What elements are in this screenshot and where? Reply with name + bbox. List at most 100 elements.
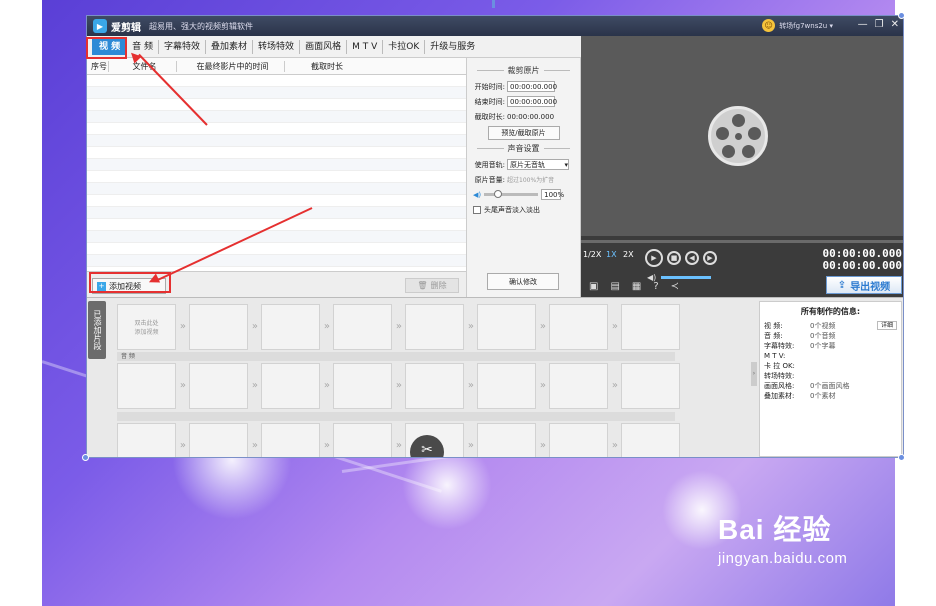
speed-half[interactable]: 1/2X bbox=[583, 250, 601, 259]
app-logo-icon: ▶ bbox=[93, 19, 107, 33]
clip-cell[interactable] bbox=[549, 423, 618, 457]
preview-crop-button[interactable]: 预览/截取原片 bbox=[487, 126, 560, 140]
end-time-label: 结束时间: bbox=[474, 97, 505, 106]
volume-knob[interactable] bbox=[493, 190, 502, 198]
speed-2x[interactable]: 2X bbox=[623, 250, 634, 259]
prev-button[interactable]: ◀ bbox=[685, 251, 699, 265]
added-clips-tab[interactable]: 已添加片段 bbox=[88, 301, 106, 359]
add-clip-cell[interactable]: 双击此处 添加视频 bbox=[117, 304, 186, 350]
main-tab-bar: 视 频 音 频 字幕特效 叠加素材 转场特效 画面风格 M T V 卡拉OK 升… bbox=[87, 36, 581, 58]
clip-cell[interactable] bbox=[405, 363, 474, 409]
detail-button[interactable]: 详细 bbox=[876, 321, 897, 330]
start-time-label: 开始时间: bbox=[474, 82, 505, 91]
volume-hint: 超过100%为扩音 bbox=[507, 177, 555, 184]
clip-cell[interactable] bbox=[261, 304, 330, 350]
start-time-input[interactable]: 00:00:00.000 bbox=[507, 81, 557, 92]
watermark-url: jingyan.baidu.com bbox=[718, 550, 848, 567]
export-video-button[interactable]: ⇪ 导出视频 bbox=[826, 276, 902, 294]
selection-handle[interactable] bbox=[492, 0, 495, 8]
volume-input[interactable]: 100% bbox=[541, 189, 564, 200]
app-window: ▶ 爱剪辑 超易用、强大的视频剪辑软件 ☺ 转场fg7wns2u ▾ — ❐ ✕… bbox=[86, 15, 904, 458]
play-button[interactable]: ▶ bbox=[645, 249, 663, 267]
next-button[interactable]: ▶ bbox=[703, 251, 717, 265]
info-row: 字幕特效: 0个字幕 bbox=[764, 342, 836, 350]
tab-mtv[interactable]: M T V bbox=[347, 39, 384, 54]
minimize-button[interactable]: — bbox=[858, 19, 868, 30]
stop-button[interactable]: ■ bbox=[667, 251, 681, 265]
clip-cell[interactable] bbox=[405, 304, 474, 350]
audio-track-label: 音 频 bbox=[117, 352, 675, 361]
share-icon[interactable]: ≺ bbox=[671, 281, 679, 292]
clip-cell[interactable] bbox=[621, 363, 680, 409]
close-button[interactable]: ✕ bbox=[891, 19, 899, 30]
clip-cell[interactable] bbox=[117, 423, 186, 457]
clip-cell[interactable] bbox=[621, 423, 680, 457]
audio-track-label: 使用音轨: bbox=[474, 160, 505, 169]
trash-icon: 🗑 bbox=[417, 281, 428, 290]
volume-slider[interactable] bbox=[484, 190, 539, 198]
clip-cell[interactable] bbox=[117, 363, 186, 409]
clip-cell[interactable] bbox=[333, 304, 402, 350]
speed-1x[interactable]: 1X bbox=[606, 250, 617, 259]
collapse-handle[interactable]: › bbox=[751, 362, 757, 386]
save-as-icon[interactable]: ▦ bbox=[632, 281, 641, 292]
tab-overlay[interactable]: 叠加素材 bbox=[206, 39, 254, 54]
audio-section-title: 声音设置 bbox=[473, 143, 574, 154]
subtitle-track bbox=[117, 423, 680, 457]
clip-cell[interactable] bbox=[333, 363, 402, 409]
selection-handle[interactable] bbox=[898, 12, 905, 19]
delete-label: 删除 bbox=[430, 281, 447, 290]
player-volume-slider[interactable] bbox=[661, 276, 711, 279]
clip-cell[interactable] bbox=[549, 363, 618, 409]
info-row: 转场特效: bbox=[764, 372, 795, 380]
col-duration[interactable]: 截取时长 bbox=[285, 61, 365, 72]
info-row: 叠加素材: 0个素材 bbox=[764, 392, 836, 400]
confirm-button[interactable]: 确认修改 bbox=[487, 273, 559, 290]
clip-cell[interactable] bbox=[333, 423, 402, 457]
tab-styles[interactable]: 画面风格 bbox=[300, 39, 348, 54]
clip-cell[interactable] bbox=[477, 363, 546, 409]
selection-handle[interactable] bbox=[82, 454, 89, 461]
info-row: 音 频: 0个音频 bbox=[764, 332, 836, 340]
help-icon[interactable]: ? bbox=[653, 281, 658, 292]
info-row: M T V: bbox=[764, 352, 786, 360]
track-divider bbox=[117, 412, 675, 421]
preview-player: 1/2X 1X 2X ▶ ■ ◀ ▶ ◀) 00:00:00.000 00:00… bbox=[581, 36, 903, 297]
crop-panel: 裁剪原片 开始时间: 00:00:00.000 结束时间: 00:00:00.000… bbox=[467, 58, 581, 297]
duration-label: 截取时长: bbox=[474, 112, 505, 121]
clip-cell[interactable] bbox=[477, 304, 546, 350]
app-slogan: 超易用、强大的视频剪辑软件 bbox=[149, 21, 253, 31]
clip-cell[interactable] bbox=[261, 363, 330, 409]
tab-upgrade[interactable]: 升级与服务 bbox=[425, 40, 480, 54]
highlight-video-tab bbox=[86, 37, 127, 59]
clip-cell[interactable] bbox=[261, 423, 330, 457]
time-display: 00:00:00.000 00:00:00.000 bbox=[823, 248, 902, 272]
fade-checkbox[interactable] bbox=[473, 205, 481, 214]
clip-cell[interactable] bbox=[189, 363, 258, 409]
end-time-input[interactable]: 00:00:00.000 bbox=[507, 96, 557, 107]
export-icon: ⇪ bbox=[837, 279, 847, 291]
tab-karaoke[interactable]: 卡拉OK bbox=[383, 39, 426, 54]
delete-button[interactable]: 🗑 删除 bbox=[405, 278, 459, 293]
audio-track-select[interactable]: 原片无音轨 ▾ bbox=[507, 159, 569, 170]
col-final-time[interactable]: 在最终影片中的时间 bbox=[177, 60, 285, 72]
col-filename[interactable]: 文件名 bbox=[109, 60, 177, 72]
clip-cell[interactable] bbox=[189, 423, 258, 457]
clip-cell[interactable] bbox=[477, 423, 546, 457]
folder-icon[interactable]: ▤ bbox=[610, 281, 619, 292]
clip-cell[interactable] bbox=[189, 304, 258, 350]
project-info-panel: 所有制作的信息: 视 频: 0个视频 详细 音 频: 0个音频 字幕特效: 0个字幕 M… bbox=[759, 301, 902, 457]
clip-cell[interactable] bbox=[549, 304, 618, 350]
seek-bar[interactable] bbox=[581, 240, 903, 243]
user-menu[interactable]: ☺ 转场fg7wns2u ▾ bbox=[762, 19, 833, 32]
col-index[interactable]: 序号 bbox=[87, 60, 109, 72]
restore-button[interactable]: ❐ bbox=[875, 19, 884, 30]
speaker-icon: ◀) bbox=[473, 190, 482, 199]
tab-subtitle-effects[interactable]: 字幕特效 bbox=[159, 39, 207, 54]
save-icon[interactable]: ▣ bbox=[589, 281, 598, 292]
tab-transitions[interactable]: 转场特效 bbox=[253, 39, 301, 54]
timeline-panel: 已添加片段 双击此处 添加视频 音 频 bbox=[87, 297, 903, 457]
selection-handle[interactable] bbox=[898, 454, 905, 461]
clip-cell[interactable] bbox=[621, 304, 680, 350]
video-list: 序号 文件名 在最终影片中的时间 截取时长 bbox=[87, 58, 467, 271]
